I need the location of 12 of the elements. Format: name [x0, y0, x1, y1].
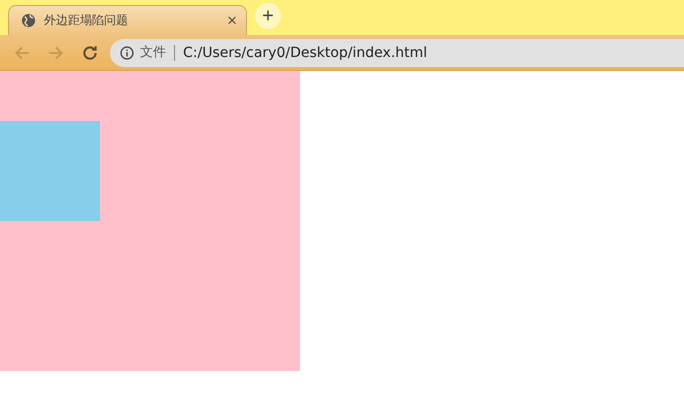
- url-text: C:/Users/cary0/Desktop/index.html: [183, 44, 428, 60]
- close-tab-button[interactable]: ×: [224, 10, 240, 30]
- address-bar[interactable]: 文件 C:/Users/cary0/Desktop/index.html: [110, 38, 684, 66]
- globe-icon: [21, 13, 36, 28]
- reload-icon: [81, 44, 99, 62]
- left-arrow-icon: [13, 44, 31, 62]
- tab-title: 外边距塌陷问题: [44, 12, 129, 29]
- browser-tab[interactable]: 外边距塌陷问题 ×: [8, 5, 247, 35]
- new-tab-button[interactable]: +: [255, 2, 281, 28]
- right-arrow-icon: [47, 44, 65, 62]
- scheme-label: 文件: [140, 44, 175, 60]
- info-icon: [120, 46, 134, 60]
